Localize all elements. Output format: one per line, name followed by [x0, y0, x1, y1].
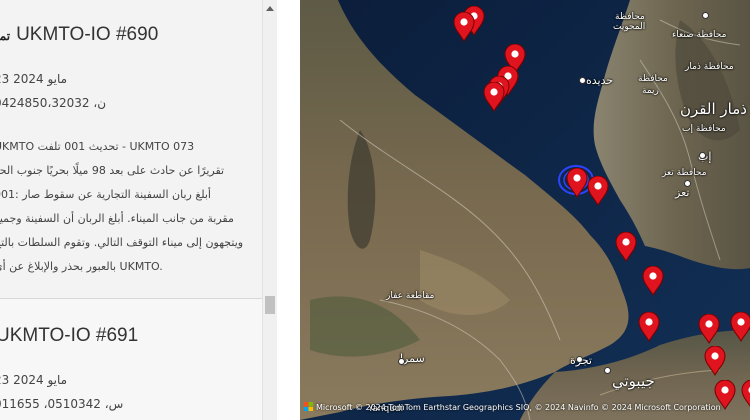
report-card-690[interactable]: تمتUKMTO-IO #690 23 مايو 2024 ن، 0424850… [0, 0, 262, 296]
incident-marker-icon[interactable] [638, 311, 660, 343]
scroll-up-arrow-icon[interactable] [266, 6, 274, 11]
incident-marker-icon[interactable] [730, 311, 750, 343]
incident-marker-icon[interactable] [741, 379, 750, 410]
incident-marker-icon[interactable] [615, 231, 637, 263]
report-date: 23 مايو 2024 [0, 373, 68, 387]
report-title[interactable]: تمتUKMTO-IO #690 [0, 24, 158, 46]
panel-gap [277, 0, 300, 420]
incident-marker-icon[interactable] [642, 265, 664, 297]
incident-marker-icon[interactable] [453, 11, 475, 43]
microsoft-logo-icon [304, 402, 313, 411]
report-title[interactable]: UKMTO-IO #691 [0, 325, 138, 347]
place-label: جيبوتي [612, 372, 655, 390]
place-label: تعز [675, 186, 690, 199]
report-list: تمتUKMTO-IO #690 23 مايو 2024 ن، 0424850… [0, 0, 262, 420]
report-text-line: مقربة من جانب الميناء. أبلغ الربان أن ال… [0, 212, 234, 225]
place-label: مقاطعة عفار [386, 291, 435, 301]
place-label: المحويت [613, 22, 646, 32]
incident-marker-icon[interactable] [566, 167, 588, 199]
satellite-map[interactable]: محافظة المحويت محافظة صنعاء حديده محافظة… [300, 0, 750, 420]
list-scrollbar[interactable] [262, 0, 278, 420]
incident-marker-icon[interactable] [698, 313, 720, 345]
place-label: محافظة [615, 12, 645, 22]
place-label: ذمار القرن [680, 100, 747, 118]
place-label: محافظة ذمار [685, 62, 734, 72]
city-dot [702, 12, 709, 19]
report-coordinates: ن، 0424850،32032 [0, 96, 106, 110]
incident-marker-icon[interactable] [587, 175, 609, 207]
report-text-line: UKMTO تحديث 001 تلفت - UKMTO 073 [0, 140, 195, 153]
report-text-line: 001: أبلغ ربان السفينة التجارية عن سقوط … [0, 188, 211, 201]
incident-marker-icon[interactable] [704, 345, 726, 377]
report-card-691[interactable]: UKMTO-IO #691 23 مايو 2024 س، 0510342، 0… [0, 298, 262, 420]
place-label: محافظة صنعاء [672, 30, 727, 40]
report-coordinates: س، 0510342، 011655 [0, 397, 124, 411]
report-date: 23 مايو 2024 [0, 72, 68, 86]
city-dot [576, 356, 583, 363]
city-dot [398, 358, 405, 365]
place-label: محافظة تعز [662, 168, 707, 178]
city-dot [684, 180, 691, 187]
report-text-line: بالعبور بحذر والإبلاغ عن أي UKMTO. [0, 260, 163, 273]
city-dot [699, 152, 706, 159]
place-label: محافظة إب [682, 124, 726, 134]
city-dot [604, 367, 611, 374]
place-label: محافظة [638, 74, 668, 84]
report-text-line: ويتجهون إلى ميناء التوقف التالي. وتقوم ا… [0, 236, 244, 249]
incident-marker-icon[interactable] [483, 81, 505, 113]
map-attribution: Microsoft © 2024 TomTom Earthstar Geogra… [304, 402, 721, 416]
scroll-thumb[interactable] [265, 296, 275, 314]
report-tag: تمت [0, 29, 11, 43]
city-dot [579, 77, 586, 84]
report-text-line: تقريرًا عن حادث على بعد 98 ميلًا بحريًا … [0, 164, 225, 177]
place-label: حديده [586, 74, 614, 87]
place-label: ريمة [642, 86, 659, 96]
